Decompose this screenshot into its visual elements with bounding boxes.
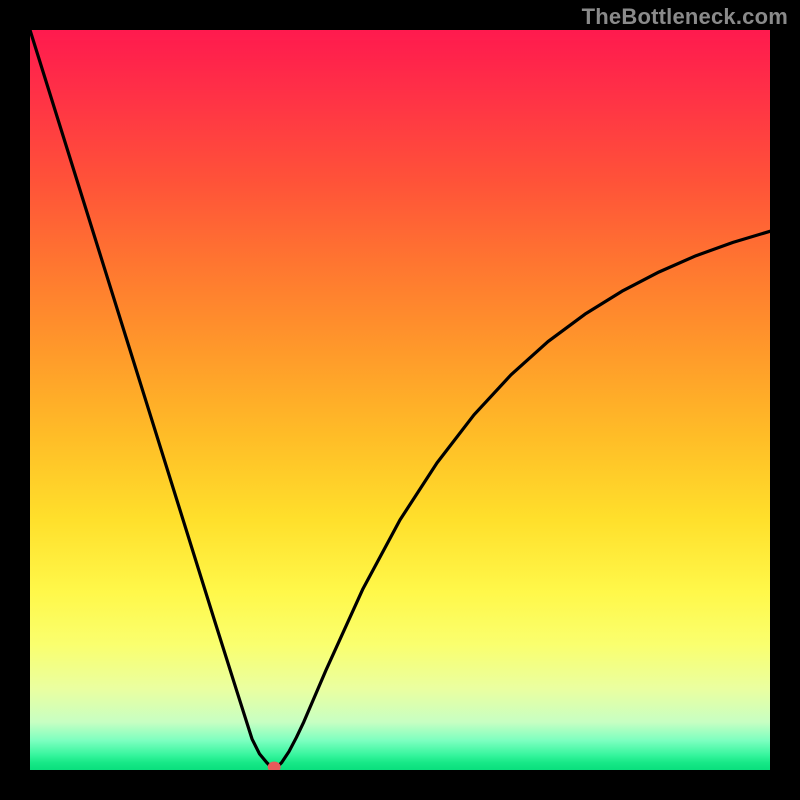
bottleneck-curve	[30, 30, 770, 770]
chart-container: TheBottleneck.com	[0, 0, 800, 800]
plot-svg	[30, 30, 770, 770]
watermark-text: TheBottleneck.com	[582, 4, 788, 30]
optimum-marker	[268, 762, 281, 771]
plot-area	[30, 30, 770, 770]
